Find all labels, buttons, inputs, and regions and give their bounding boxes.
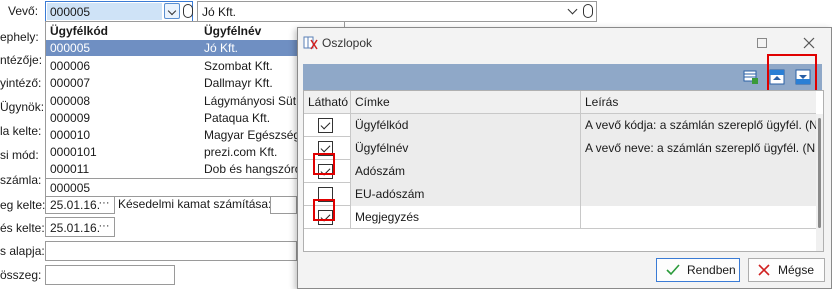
columns-grid: Látható Címke Leírás Ügyfélkód A vevő kó… — [303, 90, 824, 252]
grid-row[interactable]: Adószám — [304, 160, 816, 183]
highlight-box-adoszam — [313, 153, 335, 175]
ok-button-label: Rendben — [687, 263, 736, 277]
label-szamla: számla: — [0, 173, 42, 187]
label-ugyintezo: yintéző: — [0, 76, 42, 90]
cancel-x-icon — [758, 264, 770, 276]
highlight-box-megjegyzes — [313, 199, 335, 221]
export-icon[interactable] — [743, 69, 759, 85]
fulfillment-date-field[interactable]: 25.01.16. ··· — [45, 194, 115, 214]
dropdown-row-name: Dallmayr Kft. — [204, 76, 273, 90]
row-description — [581, 183, 816, 206]
label-alapja: s alapja: — [0, 244, 45, 258]
late-fee-label: Késedelmi kamat számítása: — [118, 197, 272, 211]
due-date-field[interactable]: 25.01.16. ··· — [45, 217, 115, 237]
dropdown-row-name: Dob és hangszóró — [204, 162, 302, 176]
columns-app-icon — [303, 36, 318, 50]
customer-name-combo[interactable]: Jó Kft. — [197, 1, 597, 22]
label-teljesites-kelte: eg kelte: — [0, 198, 46, 212]
dropdown-row-name: Lágymányosi Süt — [204, 94, 297, 108]
row-label: Adószám — [351, 160, 581, 183]
fulfillment-date-value: 25.01.16. — [50, 198, 101, 212]
label-ugynok: Ügynök: — [0, 100, 45, 114]
label-ugyintezoje: ntézője: — [0, 53, 43, 67]
close-icon[interactable] — [803, 37, 815, 49]
grid-header: Látható Címke Leírás — [304, 91, 816, 114]
header-visible: Látható — [304, 91, 351, 114]
row-label: Megjegyzés — [351, 206, 581, 229]
columns-dialog: Oszlopok Látható Címke Leírás Ügyfélkód … — [297, 27, 832, 289]
customer-code-value: 000005 — [50, 5, 91, 19]
dropdown-row-code: 000005 — [50, 41, 91, 55]
paperclip-icon[interactable] — [183, 4, 193, 18]
row-label: Ügyfélnév — [351, 137, 581, 160]
chevron-down-icon[interactable] — [567, 4, 578, 15]
customer-name-value: Jó Kft. — [202, 5, 237, 19]
chevron-down-icon[interactable] — [164, 3, 180, 19]
dropdown-row-code: 000006 — [50, 59, 91, 73]
row-description: A vevő kódja: a számlán szereplő ügyfél.… — [581, 114, 816, 137]
cancel-button[interactable]: Mégse — [748, 258, 825, 282]
dropdown-row-code: 000010 — [50, 128, 91, 142]
cancel-button-label: Mégse — [778, 263, 815, 277]
dropdown-row-code: 000009 — [50, 111, 91, 125]
dropdown-row-name: Jó Kft. — [204, 41, 239, 55]
due-date-value: 25.01.16. — [50, 221, 101, 235]
highlight-box-toolbar — [767, 54, 817, 92]
grid-row[interactable]: Megjegyzés — [304, 206, 816, 229]
amount-field[interactable] — [45, 265, 175, 285]
row-label: EU-adószám — [351, 183, 581, 206]
row-description — [581, 206, 816, 229]
dropdown-row-code: 000007 — [50, 76, 91, 90]
label-osszeg: összeg: — [0, 268, 42, 282]
dropdown-row-name: Magyar Egészség — [204, 128, 301, 142]
date-picker-button[interactable]: ··· — [96, 219, 112, 235]
label-vevo: Vevő: — [8, 4, 39, 18]
grid-row[interactable]: Ügyfélnév A vevő neve: a számlán szerepl… — [304, 137, 816, 160]
dropdown-row-code: 0000101 — [50, 145, 97, 159]
dropdown-header-code: Ügyfélkód — [50, 24, 109, 38]
ok-button[interactable]: Rendben — [656, 258, 740, 282]
label-esedekesseg-kelte: és kelte: — [0, 221, 45, 235]
late-fee-field[interactable] — [270, 194, 297, 214]
dropdown-row-code: 000008 — [50, 94, 91, 108]
header-label: Címke — [351, 91, 581, 114]
grid-scrollbar[interactable] — [816, 114, 823, 251]
header-description: Leírás — [585, 95, 619, 109]
date-picker-button[interactable]: ··· — [96, 196, 112, 212]
dropdown-row-name: Pataqua Kft. — [204, 111, 271, 125]
label-telephely: ephely: — [0, 30, 39, 44]
scrollbar-thumb[interactable] — [818, 118, 821, 228]
row-description: A vevő neve: a számlán szereplő ügyfél. … — [581, 137, 816, 160]
label-szamla-kelte: la kelte: — [0, 124, 42, 138]
basis-field[interactable] — [45, 241, 297, 261]
customer-code-combo[interactable]: 000005 — [45, 1, 193, 22]
checkmark-icon — [666, 264, 680, 276]
row-label: Ügyfélkód — [351, 114, 581, 137]
dropdown-header-name: Ügyfélnév — [204, 24, 262, 38]
grid-row[interactable]: Ügyfélkód A vevő kódja: a számlán szerep… — [304, 114, 816, 137]
dialog-toolbar — [303, 64, 822, 90]
maximize-icon[interactable] — [757, 38, 767, 48]
dropdown-row-name: prezi.com Kft. — [204, 145, 278, 159]
row-description — [581, 160, 816, 183]
visible-checkbox[interactable] — [318, 118, 333, 133]
dropdown-row-name: Szombat Kft. — [204, 59, 273, 73]
grid-row[interactable]: EU-adószám — [304, 183, 816, 206]
dropdown-current-code: 000005 — [50, 181, 91, 195]
dialog-title: Oszlopok — [322, 36, 373, 50]
label-fizetesi-mod: si mód: — [0, 148, 39, 162]
paperclip-icon[interactable] — [583, 4, 593, 18]
dropdown-row-code: 000011 — [50, 162, 90, 176]
